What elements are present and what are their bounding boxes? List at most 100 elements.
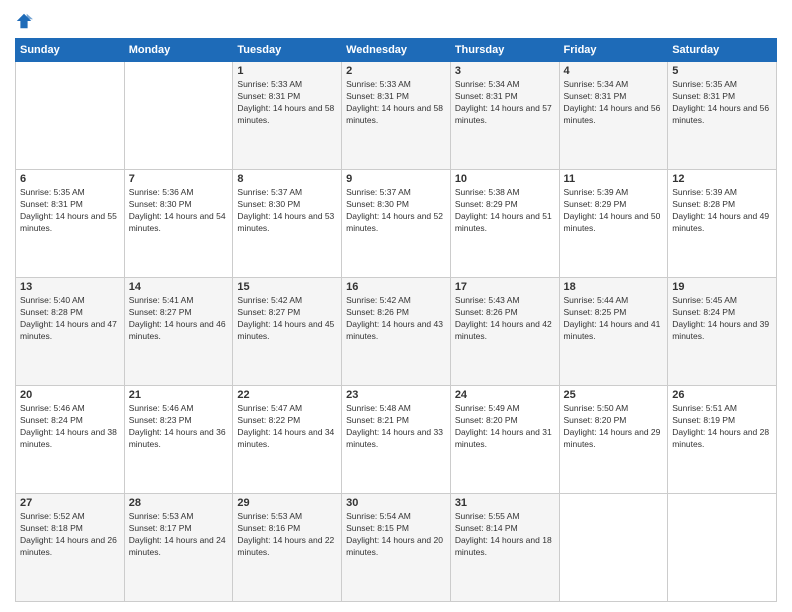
day-number: 30 (346, 497, 446, 509)
day-cell: 11Sunrise: 5:39 AMSunset: 8:29 PMDayligh… (559, 170, 668, 278)
day-cell (16, 62, 125, 170)
weekday-header-friday: Friday (559, 39, 668, 62)
weekday-header-saturday: Saturday (668, 39, 777, 62)
day-cell: 30 Sunrise: 5:54 AMSunset: 8:15 PMDayligh… (342, 494, 451, 602)
day-detail: Sunrise: 5:35 AMSunset: 8:31 PMDaylight:… (672, 79, 772, 127)
day-number: 24 (455, 389, 555, 401)
logo-icon (15, 12, 33, 30)
day-number: 11 (564, 173, 664, 185)
day-cell: 4 Sunrise: 5:34 AMSunset: 8:31 PMDaylight… (559, 62, 668, 170)
day-cell: 22 Sunrise: 5:47 AMSunset: 8:22 PMDayligh… (233, 386, 342, 494)
day-number: 3 (455, 65, 555, 77)
day-cell: 7 Sunrise: 5:36 AMSunset: 8:30 PMDaylight… (124, 170, 233, 278)
day-cell (559, 494, 668, 602)
day-cell: 24 Sunrise: 5:49 AMSunset: 8:20 PMDayligh… (450, 386, 559, 494)
day-detail: Sunrise: 5:37 AMSunset: 8:30 PMDaylight:… (346, 187, 446, 235)
day-number: 2 (346, 65, 446, 77)
day-number: 26 (672, 389, 772, 401)
day-number: 21 (129, 389, 229, 401)
day-detail: Sunrise: 5:50 AMSunset: 8:20 PMDaylight:… (564, 403, 664, 451)
day-number: 19 (672, 281, 772, 293)
week-row-4: 20 Sunrise: 5:46 AMSunset: 8:24 PMDayligh… (16, 386, 777, 494)
day-cell: 16 Sunrise: 5:42 AMSunset: 8:26 PMDayligh… (342, 278, 451, 386)
day-detail: Sunrise: 5:53 AMSunset: 8:17 PMDaylight:… (129, 511, 229, 559)
day-number: 22 (237, 389, 337, 401)
day-number: 6 (20, 173, 120, 185)
day-number: 1 (237, 65, 337, 77)
day-number: 4 (564, 65, 664, 77)
week-row-3: 13Sunrise: 5:40 AMSunset: 8:28 PMDayligh… (16, 278, 777, 386)
day-cell: 1Sunrise: 5:33 AMSunset: 8:31 PMDaylight… (233, 62, 342, 170)
day-number: 23 (346, 389, 446, 401)
day-number: 7 (129, 173, 229, 185)
day-cell: 29 Sunrise: 5:53 AMSunset: 8:16 PMDayligh… (233, 494, 342, 602)
weekday-header-tuesday: Tuesday (233, 39, 342, 62)
day-number: 15 (237, 281, 337, 293)
day-detail: Sunrise: 5:52 AMSunset: 8:18 PMDaylight:… (20, 511, 120, 559)
day-detail: Sunrise: 5:45 AMSunset: 8:24 PMDaylight:… (672, 295, 772, 343)
day-detail: Sunrise: 5:51 AMSunset: 8:19 PMDaylight:… (672, 403, 772, 451)
day-detail: Sunrise: 5:55 AMSunset: 8:14 PMDaylight:… (455, 511, 555, 559)
day-number: 25 (564, 389, 664, 401)
day-cell: 19 Sunrise: 5:45 AMSunset: 8:24 PMDayligh… (668, 278, 777, 386)
day-detail: Sunrise: 5:39 AMSunset: 8:28 PMDaylight:… (672, 187, 772, 235)
day-cell: 23 Sunrise: 5:48 AMSunset: 8:21 PMDayligh… (342, 386, 451, 494)
day-detail: Sunrise: 5:36 AMSunset: 8:30 PMDaylight:… (129, 187, 229, 235)
day-detail: Sunrise: 5:44 AMSunset: 8:25 PMDaylight:… (564, 295, 664, 343)
day-number: 16 (346, 281, 446, 293)
day-cell: 25 Sunrise: 5:50 AMSunset: 8:20 PMDayligh… (559, 386, 668, 494)
day-number: 8 (237, 173, 337, 185)
day-cell (124, 62, 233, 170)
day-number: 10 (455, 173, 555, 185)
page: SundayMondayTuesdayWednesdayThursdayFrid… (0, 0, 792, 612)
day-cell: 8 Sunrise: 5:37 AMSunset: 8:30 PMDaylight… (233, 170, 342, 278)
day-detail: Sunrise: 5:48 AMSunset: 8:21 PMDaylight:… (346, 403, 446, 451)
day-cell: 12 Sunrise: 5:39 AMSunset: 8:28 PMDayligh… (668, 170, 777, 278)
week-row-1: 1 Sunrise: 5:33 AMSunset: 8:31 PMDaylight… (16, 62, 777, 170)
day-number: 13 (20, 281, 120, 293)
week-row-2: 6 Sunrise: 5:35 AMSunset: 8:31 PMDaylight… (16, 170, 777, 278)
day-detail: Sunrise: 5:46 AMSunset: 8:24 PMDaylight:… (20, 403, 120, 451)
day-number: 18 (564, 281, 664, 293)
day-detail: Sunrise: 5:34 AMSunset: 8:31 PMDaylight:… (564, 79, 664, 127)
day-detail: Sunrise: 5:47 AMSunset: 8:22 PMDaylight:… (237, 403, 337, 451)
day-number: 12 (672, 173, 772, 185)
day-number: 29 (237, 497, 337, 509)
day-number: 28 (129, 497, 229, 509)
day-cell: 26 Sunrise: 5:51 AMSunset: 8:19 PMDayligh… (668, 386, 777, 494)
calendar: SundayMondayTuesdayWednesdayThursdayFrid… (15, 38, 777, 602)
day-cell: 9 Sunrise: 5:37 AMSunset: 8:30 PMDaylight… (342, 170, 451, 278)
day-detail: Sunrise: 5:42 AMSunset: 8:26 PMDaylight:… (346, 295, 446, 343)
day-detail: Sunrise: 5:54 AMSunset: 8:15 PMDaylight:… (346, 511, 446, 559)
day-detail: Sunrise: 5:35 AMSunset: 8:31 PMDaylight:… (20, 187, 120, 235)
day-cell: 6 Sunrise: 5:35 AMSunset: 8:31 PMDaylight… (16, 170, 125, 278)
day-detail: Sunrise: 5:42 AMSunset: 8:27 PMDaylight:… (237, 295, 337, 343)
day-cell: 10 Sunrise: 5:38 AMSunset: 8:29 PMDayligh… (450, 170, 559, 278)
day-detail: Sunrise: 5:49 AMSunset: 8:20 PMDaylight:… (455, 403, 555, 451)
day-cell: 27 Sunrise: 5:52 AMSunset: 8:18 PMDayligh… (16, 494, 125, 602)
weekday-header-row: SundayMondayTuesdayWednesdayThursdayFrid… (16, 39, 777, 62)
day-detail: Sunrise: 5:43 AMSunset: 8:26 PMDaylight:… (455, 295, 555, 343)
day-cell: 5 Sunrise: 5:35 AMSunset: 8:31 PMDaylight… (668, 62, 777, 170)
weekday-header-monday: Monday (124, 39, 233, 62)
day-cell: 28 Sunrise: 5:53 AMSunset: 8:17 PMDayligh… (124, 494, 233, 602)
day-cell: 17 Sunrise: 5:43 AMSunset: 8:26 PMDayligh… (450, 278, 559, 386)
day-cell: 2 Sunrise: 5:33 AMSunset: 8:31 PMDaylight… (342, 62, 451, 170)
day-cell (668, 494, 777, 602)
day-detail: Sunrise: 5:37 AMSunset: 8:30 PMDaylight:… (237, 187, 337, 235)
day-number: 9 (346, 173, 446, 185)
day-cell: 21 Sunrise: 5:46 AMSunset: 8:23 PMDayligh… (124, 386, 233, 494)
day-detail: Sunrise: 5:46 AMSunset: 8:23 PMDaylight:… (129, 403, 229, 451)
day-cell: 31Sunrise: 5:55 AMSunset: 8:14 PMDayligh… (450, 494, 559, 602)
header (15, 10, 777, 30)
day-detail: Sunrise: 5:41 AMSunset: 8:27 PMDaylight:… (129, 295, 229, 343)
day-cell: 15 Sunrise: 5:42 AMSunset: 8:27 PMDayligh… (233, 278, 342, 386)
day-number: 20 (20, 389, 120, 401)
day-detail: Sunrise: 5:38 AMSunset: 8:29 PMDaylight:… (455, 187, 555, 235)
day-number: 17 (455, 281, 555, 293)
day-detail: Sunrise: 5:33 AMSunset: 8:31 PMDaylight:… (346, 79, 446, 127)
day-detail: Sunrise: 5:53 AMSunset: 8:16 PMDaylight:… (237, 511, 337, 559)
day-cell: 3Sunrise: 5:34 AMSunset: 8:31 PMDaylight… (450, 62, 559, 170)
day-number: 5 (672, 65, 772, 77)
day-number: 27 (20, 497, 120, 509)
